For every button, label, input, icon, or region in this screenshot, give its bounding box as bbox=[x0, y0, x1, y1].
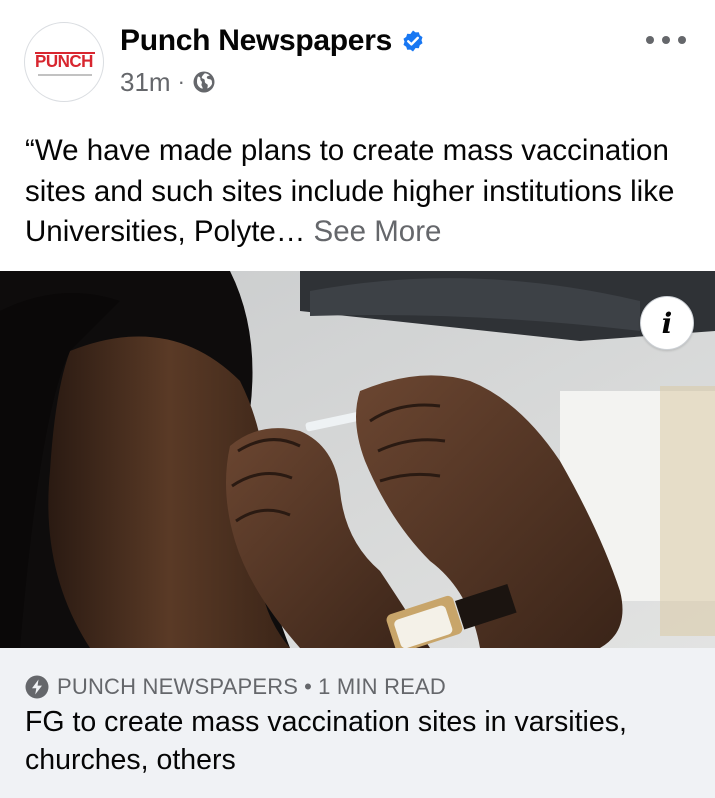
more-dot bbox=[646, 36, 654, 44]
instant-article-bolt-icon bbox=[25, 675, 49, 699]
page-avatar[interactable]: PUNCH bbox=[24, 22, 104, 102]
more-dot bbox=[662, 36, 670, 44]
link-separator: • bbox=[304, 674, 313, 699]
logo-tagline bbox=[38, 74, 92, 76]
globe-icon[interactable] bbox=[192, 70, 216, 94]
verified-badge-icon bbox=[401, 29, 425, 53]
post-photo[interactable] bbox=[0, 271, 715, 648]
meta-separator: · bbox=[177, 69, 185, 94]
punch-logo: PUNCH bbox=[35, 51, 93, 72]
post-header: PUNCH Punch Newspapers 31m · bbox=[0, 0, 715, 120]
post-meta: 31m · bbox=[120, 66, 216, 98]
link-headline[interactable]: FG to create mass vaccination sites in v… bbox=[25, 703, 685, 779]
page-name[interactable]: Punch Newspapers bbox=[120, 24, 392, 58]
info-icon: i bbox=[661, 306, 673, 340]
link-source: PUNCH NEWSPAPERS bbox=[57, 674, 299, 699]
info-button[interactable]: i bbox=[640, 296, 694, 350]
more-dot bbox=[678, 36, 686, 44]
link-read-time: 1 MIN READ bbox=[318, 674, 446, 699]
link-source-row: PUNCH NEWSPAPERS • 1 MIN READ bbox=[25, 674, 446, 700]
page-name-row: Punch Newspapers bbox=[120, 22, 425, 60]
more-options-icon[interactable] bbox=[646, 28, 686, 52]
post-time[interactable]: 31m bbox=[120, 67, 171, 98]
post-text: “We have made plans to create mass vacci… bbox=[25, 131, 695, 253]
see-more-link[interactable]: See More bbox=[314, 215, 442, 248]
